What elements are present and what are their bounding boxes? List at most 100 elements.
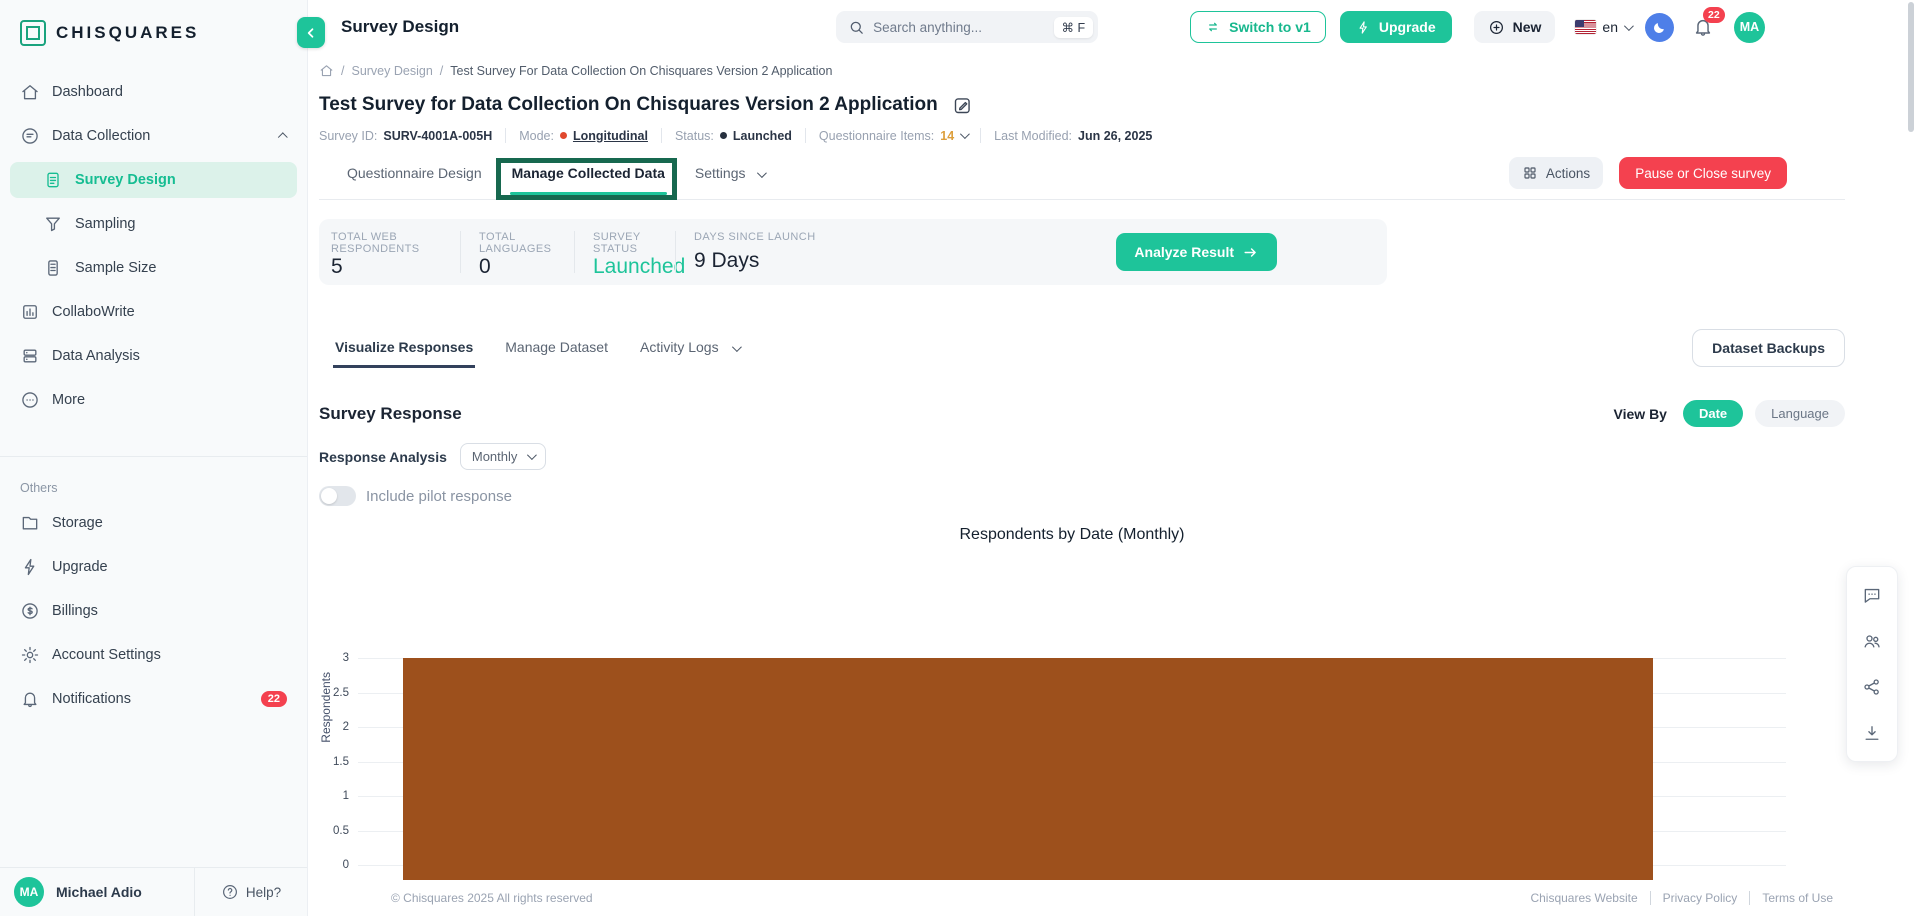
sidebar-item-data-analysis[interactable]: Data Analysis xyxy=(10,338,297,374)
response-analysis-label: Response Analysis xyxy=(319,449,447,465)
data-subtabs: Visualize Responses Manage Dataset Activ… xyxy=(319,329,741,368)
collaborators-button[interactable] xyxy=(1853,621,1891,661)
pause-or-close-survey-button[interactable]: Pause or Close survey xyxy=(1619,157,1787,189)
actions-button[interactable]: Actions xyxy=(1509,157,1603,189)
chevron-up-icon[interactable] xyxy=(280,128,287,144)
y-tick: 2 xyxy=(319,721,349,733)
subtab-visualize-responses[interactable]: Visualize Responses xyxy=(333,329,475,368)
tab-settings[interactable]: Settings xyxy=(693,157,766,195)
home-icon[interactable] xyxy=(319,63,334,78)
upgrade-button[interactable]: Upgrade xyxy=(1340,11,1452,43)
sidebar-item-storage[interactable]: Storage xyxy=(10,505,297,541)
last-modified-value: Jun 26, 2025 xyxy=(1078,129,1152,143)
moon-icon xyxy=(1652,20,1667,35)
sidebar-item-sampling[interactable]: Sampling xyxy=(10,206,297,242)
new-button[interactable]: New xyxy=(1474,11,1556,43)
brand-logo[interactable]: CHISQUARES xyxy=(0,0,307,46)
chevron-down-icon xyxy=(732,342,742,352)
mode-status-dot xyxy=(560,132,567,139)
stat-value: Launched xyxy=(593,255,675,279)
chevron-left-icon xyxy=(304,26,318,40)
tab-manage-collected-data[interactable]: Manage Collected Data xyxy=(510,157,667,195)
footer-link-website[interactable]: Chisquares Website xyxy=(1518,891,1649,905)
chat-icon xyxy=(1862,585,1882,605)
survey-id-label: Survey ID: xyxy=(319,129,377,143)
stat-label: SURVEY STATUS xyxy=(593,231,675,255)
mode-value[interactable]: Longitudinal xyxy=(573,129,648,143)
questionnaire-items[interactable]: Questionnaire Items: 14 xyxy=(819,129,967,143)
top-header: Survey Design ⌘ F Switch to v1 Upgrade N… xyxy=(308,0,1915,54)
breadcrumb-item[interactable]: Survey Design xyxy=(351,64,432,78)
subtab-manage-dataset[interactable]: Manage Dataset xyxy=(503,329,610,368)
share-button[interactable] xyxy=(1853,667,1891,707)
dark-mode-toggle[interactable] xyxy=(1645,13,1674,42)
home-icon xyxy=(20,82,40,102)
status-dot xyxy=(720,132,727,139)
survey-tabs: Questionnaire Design Manage Collected Da… xyxy=(319,157,766,195)
help-button[interactable]: Help? xyxy=(195,868,307,916)
share-icon xyxy=(1862,677,1882,697)
y-tick: 3 xyxy=(319,652,349,664)
y-tick: 1 xyxy=(319,790,349,802)
dataset-backups-button[interactable]: Dataset Backups xyxy=(1692,329,1845,367)
survey-doc-icon xyxy=(43,170,63,190)
chart-bar[interactable] xyxy=(403,658,1653,880)
sidebar: CHISQUARES Dashboard Data Collection Sur… xyxy=(0,0,308,916)
survey-status: Status: Launched xyxy=(675,129,792,143)
sidebar-item-upgrade[interactable]: Upgrade xyxy=(10,549,297,585)
chevron-down-icon xyxy=(960,129,970,139)
view-by-date-button[interactable]: Date xyxy=(1683,400,1743,427)
edit-title-icon[interactable] xyxy=(952,95,973,116)
sidebar-item-sample-size[interactable]: Sample Size xyxy=(10,250,297,286)
sidebar-collapse-button[interactable] xyxy=(297,17,325,48)
download-button[interactable] xyxy=(1853,713,1891,753)
search-input[interactable] xyxy=(873,20,1045,35)
sidebar-item-survey-design[interactable]: Survey Design xyxy=(10,162,297,198)
survey-id-value: SURV-4001A-005H xyxy=(383,129,492,143)
sidebar-item-billings[interactable]: Billings xyxy=(10,593,297,629)
footer-link-terms[interactable]: Terms of Use xyxy=(1749,891,1845,905)
notifications-bell[interactable]: 22 xyxy=(1692,16,1714,38)
language-code: en xyxy=(1602,19,1618,35)
arrow-right-icon xyxy=(1242,244,1259,261)
global-search[interactable]: ⌘ F xyxy=(836,11,1098,43)
scrollbar-thumb[interactable] xyxy=(1908,2,1914,132)
switch-to-v1-button[interactable]: Switch to v1 xyxy=(1190,11,1326,43)
footer-link-privacy[interactable]: Privacy Policy xyxy=(1650,891,1750,905)
page-footer: © Chisquares 2025 All rights reserved Ch… xyxy=(319,880,1845,916)
search-icon xyxy=(848,19,865,36)
analysis-period-select[interactable]: Monthly xyxy=(460,443,547,470)
analyze-result-button[interactable]: Analyze Result xyxy=(1116,233,1277,271)
sidebar-item-dashboard[interactable]: Dashboard xyxy=(10,74,297,110)
user-avatar[interactable]: MA xyxy=(1734,12,1765,43)
survey-stats-panel: TOTAL WEB RESPONDENTS 5 TOTAL LANGUAGES … xyxy=(319,219,1387,285)
user-profile[interactable]: MA Michael Adio xyxy=(0,868,195,916)
lightning-icon xyxy=(20,557,40,577)
sidebar-item-data-collection[interactable]: Data Collection xyxy=(10,118,297,154)
download-icon xyxy=(1862,723,1882,743)
include-pilot-label: Include pilot response xyxy=(366,488,512,505)
language-selector[interactable]: en xyxy=(1575,19,1631,35)
divider xyxy=(505,128,506,143)
switch-to-v1-label: Switch to v1 xyxy=(1229,19,1311,35)
sidebar-item-account-settings[interactable]: Account Settings xyxy=(10,637,297,673)
include-pilot-toggle[interactable] xyxy=(319,486,356,506)
page-title: Survey Design xyxy=(341,17,459,37)
plus-circle-icon xyxy=(1488,19,1505,36)
comments-button[interactable] xyxy=(1853,575,1891,615)
response-analysis-row: Response Analysis Monthly xyxy=(319,443,1845,470)
sidebar-item-more[interactable]: More xyxy=(10,382,297,418)
dollar-icon xyxy=(20,601,40,621)
avatar: MA xyxy=(14,877,44,907)
sidebar-item-collabowrite[interactable]: CollaboWrite xyxy=(10,294,297,330)
subtab-activity-logs[interactable]: Activity Logs xyxy=(638,329,741,368)
sidebar-item-label: Storage xyxy=(52,515,103,531)
questionnaire-items-label: Questionnaire Items: xyxy=(819,129,934,143)
sidebar-item-notifications[interactable]: Notifications 22 xyxy=(10,681,297,717)
view-by-language-button[interactable]: Language xyxy=(1755,400,1845,427)
floating-toolbar xyxy=(1846,566,1898,762)
brand-name: CHISQUARES xyxy=(56,23,199,43)
tab-questionnaire-design[interactable]: Questionnaire Design xyxy=(345,157,484,195)
new-label: New xyxy=(1513,19,1542,35)
us-flag-icon xyxy=(1575,20,1596,34)
